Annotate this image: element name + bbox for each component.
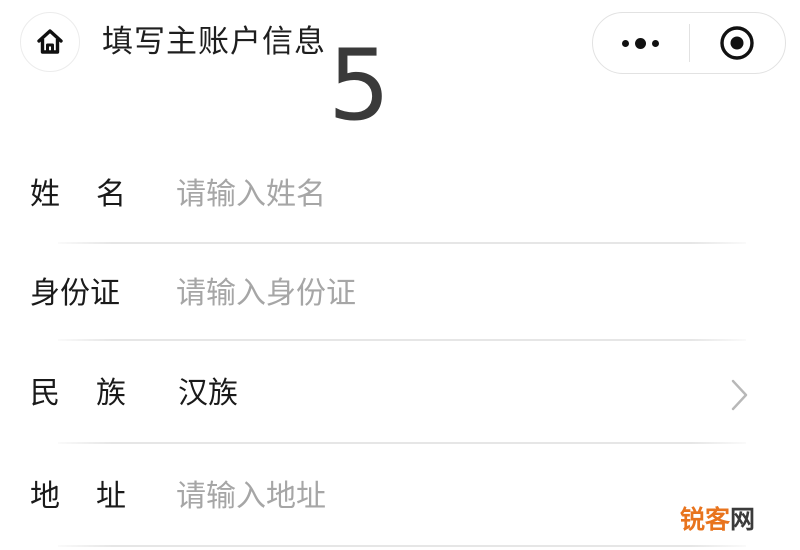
step-number: 5 bbox=[328, 29, 391, 143]
more-dots-icon bbox=[622, 37, 660, 49]
site-watermark: 锐客网 bbox=[680, 505, 756, 534]
close-button[interactable] bbox=[690, 13, 786, 73]
address-label: 地 址 bbox=[30, 479, 126, 514]
id-card-divider bbox=[58, 339, 746, 341]
name-label: 姓 名 bbox=[30, 177, 126, 212]
ethnicity-label: 民 族 bbox=[30, 376, 126, 411]
ethnicity-divider bbox=[58, 442, 746, 444]
address-input[interactable] bbox=[176, 477, 696, 517]
menu-capsule bbox=[592, 12, 786, 74]
more-button[interactable] bbox=[593, 13, 689, 73]
home-icon bbox=[37, 29, 63, 54]
target-circle-icon bbox=[720, 26, 754, 60]
chevron-right-icon bbox=[731, 379, 748, 411]
name-input[interactable] bbox=[176, 175, 696, 215]
id-card-row: 身份证 bbox=[0, 264, 800, 324]
id-card-input[interactable] bbox=[176, 274, 696, 314]
ethnicity-value: 汉族 bbox=[178, 376, 238, 411]
name-divider bbox=[58, 242, 746, 244]
id-card-label: 身份证 bbox=[30, 276, 120, 311]
home-button[interactable] bbox=[20, 12, 80, 72]
ethnicity-row[interactable]: 民 族 汉族 bbox=[0, 364, 800, 424]
page-title: 填写主账户信息 bbox=[102, 24, 326, 60]
name-row: 姓 名 bbox=[0, 165, 800, 225]
address-divider bbox=[58, 545, 746, 547]
